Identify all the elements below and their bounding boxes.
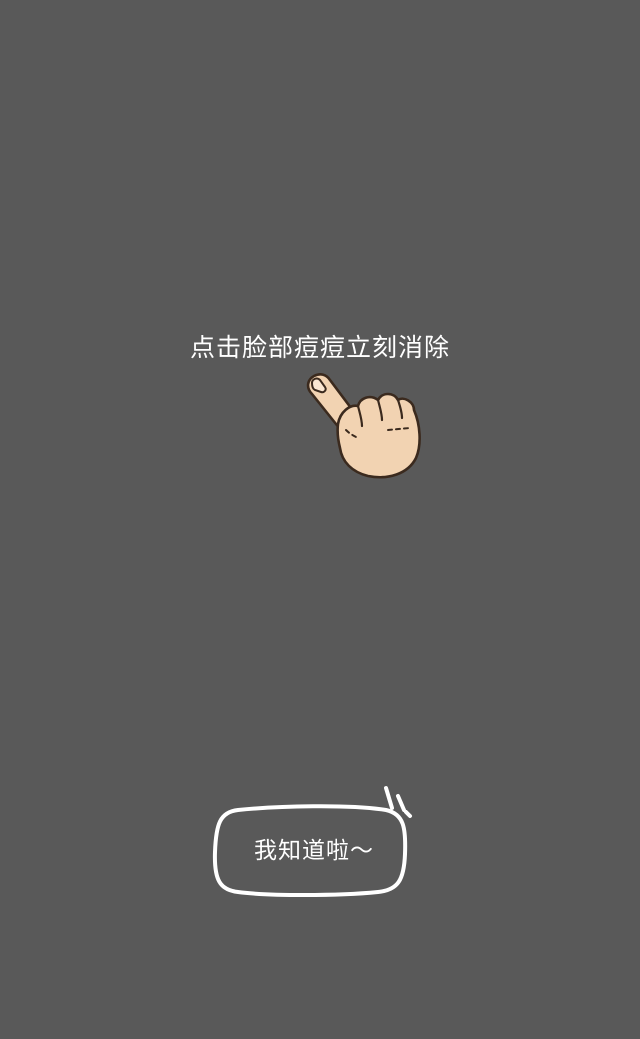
pointing-hand-icon: [306, 373, 421, 479]
dismiss-button[interactable]: 我知道啦～: [208, 780, 418, 902]
tutorial-overlay: 点击脸部痘痘立刻消除 我知道啦～: [0, 0, 640, 1039]
dismiss-button-label: 我知道啦～: [254, 838, 374, 864]
tutorial-hint-text: 点击脸部痘痘立刻消除: [189, 333, 450, 362]
